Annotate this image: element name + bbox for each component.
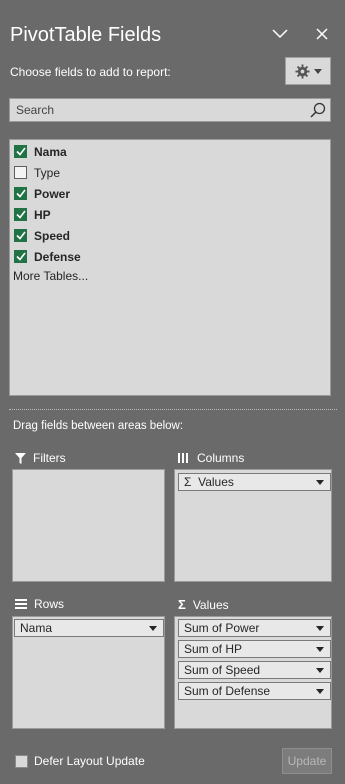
sigma-icon: Σ bbox=[178, 597, 186, 612]
field-checkbox[interactable] bbox=[14, 229, 27, 242]
close-icon bbox=[316, 28, 328, 40]
field-label: Defense bbox=[34, 249, 81, 264]
search-button[interactable] bbox=[306, 99, 330, 121]
field-pill-label: Sum of HP bbox=[184, 642, 243, 656]
section-divider bbox=[9, 409, 337, 410]
filters-area[interactable] bbox=[12, 469, 165, 582]
field-label: HP bbox=[34, 207, 51, 222]
funnel-icon bbox=[15, 452, 26, 464]
field-checkbox[interactable] bbox=[14, 166, 27, 179]
field-pill-label: Nama bbox=[20, 621, 53, 635]
rows-area[interactable]: Nama bbox=[12, 616, 165, 729]
field-checkbox[interactable] bbox=[14, 145, 27, 158]
field-item-hp[interactable]: HP bbox=[14, 205, 51, 224]
choose-fields-label: Choose fields to add to report: bbox=[10, 65, 171, 79]
values-area-label: Σ Values bbox=[178, 597, 229, 612]
dropdown-arrow-icon[interactable] bbox=[316, 688, 324, 694]
search-box[interactable]: Search bbox=[9, 98, 331, 122]
values-label: Values bbox=[192, 597, 229, 612]
filters-label: Filters bbox=[33, 451, 66, 465]
field-item-defense[interactable]: Defense bbox=[14, 247, 81, 266]
field-item-type[interactable]: Type bbox=[14, 163, 60, 182]
update-button[interactable]: Update bbox=[282, 748, 332, 774]
more-tables-link[interactable]: More Tables... bbox=[13, 269, 88, 283]
dropdown-arrow-icon[interactable] bbox=[316, 625, 324, 631]
checkmark-icon bbox=[15, 231, 26, 240]
field-checkbox[interactable] bbox=[14, 187, 27, 200]
chevron-down-icon bbox=[313, 68, 322, 74]
close-button[interactable] bbox=[311, 23, 333, 45]
gear-icon bbox=[294, 63, 310, 79]
defer-layout-checkbox[interactable] bbox=[15, 755, 28, 768]
values-field-sum-of-power[interactable]: Sum of Power bbox=[178, 619, 331, 637]
field-list: Nama Type Power HP Speed Defense More Ta… bbox=[9, 139, 331, 396]
values-field-sum-of-defense[interactable]: Sum of Defense bbox=[178, 682, 331, 700]
field-checkbox[interactable] bbox=[14, 250, 27, 263]
search-icon bbox=[310, 102, 326, 118]
defer-layout-label[interactable]: Defer Layout Update bbox=[34, 754, 145, 768]
columns-icon bbox=[178, 453, 188, 463]
rows-field-nama[interactable]: Nama bbox=[14, 619, 164, 637]
checkmark-icon bbox=[15, 252, 26, 261]
field-item-speed[interactable]: Speed bbox=[14, 226, 70, 245]
field-label: Power bbox=[34, 186, 71, 201]
field-label: Type bbox=[34, 165, 61, 180]
field-pill-label: Sum of Power bbox=[184, 621, 260, 635]
field-item-nama[interactable]: Nama bbox=[14, 142, 67, 161]
values-field-sum-of-speed[interactable]: Sum of Speed bbox=[178, 661, 331, 679]
field-pill-label: Σ Values bbox=[184, 475, 234, 489]
values-area[interactable]: Sum of Power Sum of HP Sum of Speed Sum … bbox=[174, 616, 332, 729]
columns-area-label: Columns bbox=[178, 451, 244, 465]
checkmark-icon bbox=[15, 147, 26, 156]
collapse-button[interactable] bbox=[269, 23, 291, 45]
field-checkbox[interactable] bbox=[14, 208, 27, 221]
dropdown-arrow-icon[interactable] bbox=[316, 646, 324, 652]
drag-fields-hint: Drag fields between areas below: bbox=[13, 420, 184, 432]
search-input[interactable]: Search bbox=[10, 103, 306, 117]
dropdown-arrow-icon[interactable] bbox=[316, 667, 324, 673]
field-label: Nama bbox=[34, 144, 67, 159]
values-field-sum-of-hp[interactable]: Sum of HP bbox=[178, 640, 331, 658]
field-label: Speed bbox=[34, 228, 71, 243]
filters-area-label: Filters bbox=[15, 451, 66, 465]
chevron-down-icon bbox=[272, 29, 288, 39]
rows-icon bbox=[15, 599, 27, 609]
checkmark-icon bbox=[15, 210, 26, 219]
dropdown-arrow-icon[interactable] bbox=[316, 479, 324, 485]
tools-button[interactable] bbox=[285, 57, 331, 85]
field-pill-label: Sum of Speed bbox=[184, 663, 261, 677]
checkmark-icon bbox=[15, 189, 26, 198]
rows-label: Rows bbox=[34, 597, 65, 611]
dropdown-arrow-icon[interactable] bbox=[149, 625, 157, 631]
field-pill-label: Sum of Defense bbox=[184, 684, 271, 698]
rows-area-label: Rows bbox=[15, 597, 64, 611]
columns-label: Columns bbox=[197, 451, 245, 465]
field-item-power[interactable]: Power bbox=[14, 184, 70, 203]
columns-field-values[interactable]: Σ Values bbox=[178, 473, 331, 491]
panel-title: PivotTable Fields bbox=[10, 24, 162, 46]
columns-area[interactable]: Σ Values bbox=[174, 469, 332, 582]
